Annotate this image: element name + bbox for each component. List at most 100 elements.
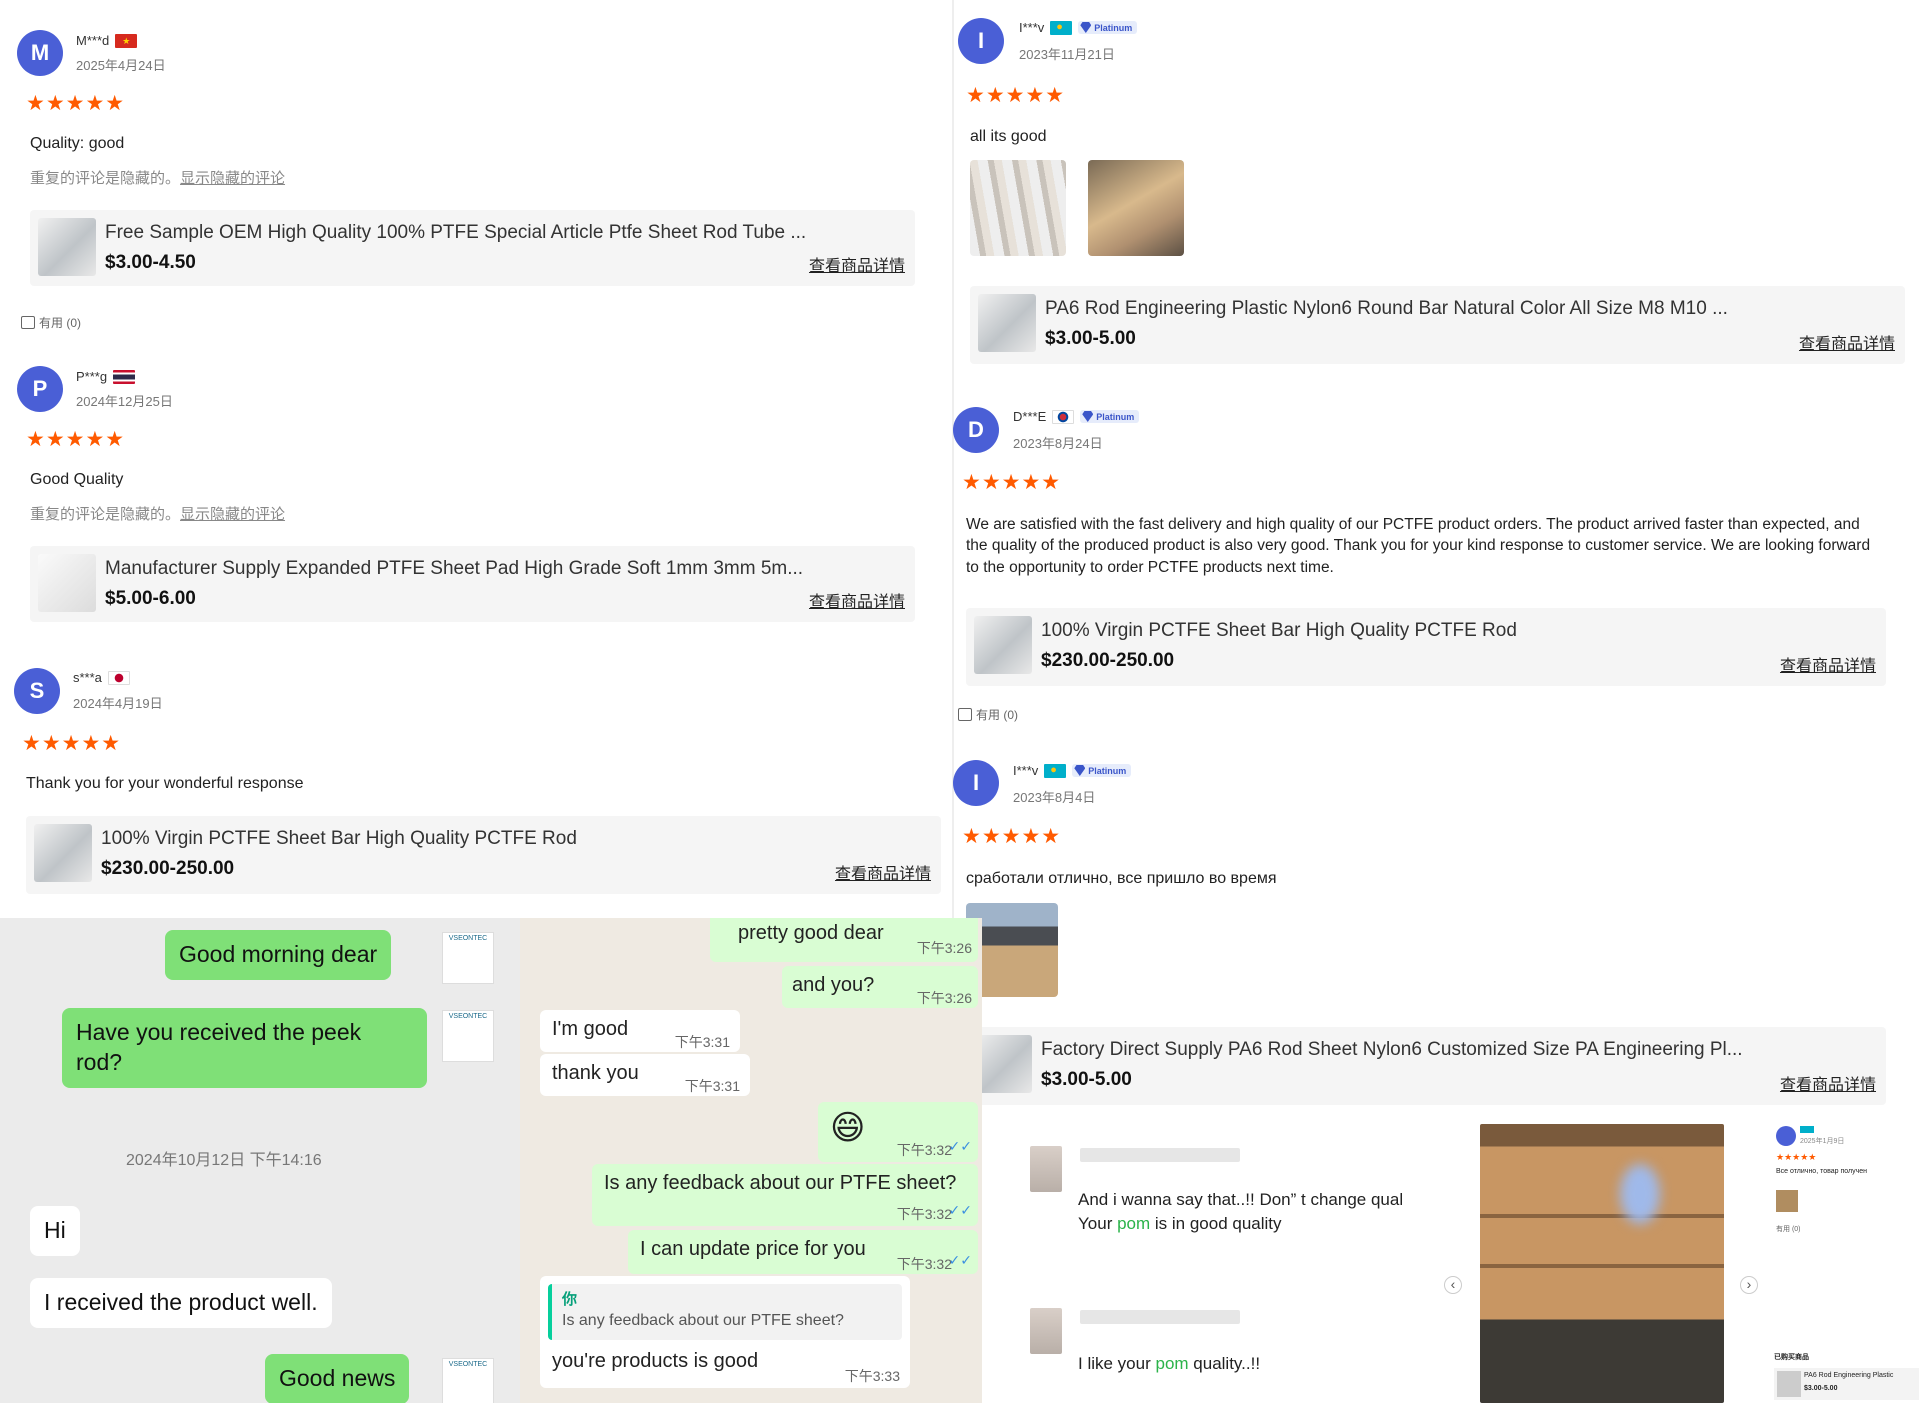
view-product-details-link[interactable]: 查看商品详情 [1780, 652, 1876, 676]
grinning-emoji-icon: 😄 [830, 1109, 866, 1147]
comments-panel: And i wanna say that..!! Don” t change q… [982, 1120, 1438, 1403]
diamond-icon [1082, 411, 1094, 422]
view-product-details-link[interactable]: 查看商品详情 [809, 252, 905, 276]
comment-text: Your pom is in good quality [1078, 1214, 1282, 1234]
username-text: I***v [1013, 763, 1039, 778]
product-title: 100% Virgin PCTFE Sheet Bar High Quality… [1041, 620, 1517, 641]
chat-date-divider: 2024年10月12日 下午14:16 [126, 1152, 322, 1169]
message-time: 下午3:31 [674, 1034, 730, 1050]
chat-message-outgoing: and you? 下午3:26 [782, 966, 978, 1008]
carousel-next-button[interactable]: › [1740, 1276, 1758, 1294]
crate-slat [1480, 1264, 1724, 1268]
message-time: 下午3:33 [844, 1368, 900, 1384]
carousel-photo[interactable] [1480, 1124, 1724, 1403]
product-card[interactable]: 100% Virgin PCTFE Sheet Bar High Quality… [966, 608, 1886, 686]
avatar: D [953, 407, 999, 453]
company-logo-avatar: VSEONTEC [442, 1010, 494, 1062]
username-text: M***d [76, 33, 110, 48]
thumbs-up-icon [958, 708, 972, 721]
product-thumbnail [978, 294, 1036, 352]
avatar: I [953, 760, 999, 806]
read-receipt-icon: ✓✓ [948, 1252, 972, 1268]
product-card[interactable]: PA6 Rod Engineering Plastic Nylon6 Round… [970, 286, 1905, 364]
review-photo[interactable] [1776, 1190, 1798, 1212]
review-text: Thank you for your wonderful response [26, 775, 304, 792]
review-photo[interactable] [970, 160, 1066, 256]
product-price: $5.00-6.00 [105, 588, 196, 609]
product-title: Factory Direct Supply PA6 Rod Sheet Nylo… [1041, 1039, 1743, 1060]
review-photo[interactable] [1088, 160, 1184, 256]
review-text: all its good [970, 128, 1047, 145]
message-time: 下午3:26 [916, 940, 972, 956]
quoted-message[interactable]: 你 Is any feedback about our PTFE sheet? [548, 1284, 902, 1340]
show-hidden-reviews-link[interactable]: 显示隐藏的评论 [180, 170, 285, 187]
star-rating: ★★★★★ [962, 471, 1062, 494]
collage-root: M M***d ★ 2025年4月24日 ★★★★★ Quality: good… [0, 0, 1919, 1403]
star-rating: ★★★★★ [22, 732, 122, 755]
badge-label: Platinum [1094, 22, 1133, 33]
highlighted-keyword: pom [1155, 1354, 1189, 1373]
product-title: 100% Virgin PCTFE Sheet Bar High Quality… [101, 828, 577, 849]
helpful-button[interactable]: 有用 (0) [21, 314, 81, 331]
product-price: $3.00-5.00 [1041, 1069, 1132, 1090]
review-text: Quality: good [30, 135, 125, 152]
product-title: Manufacturer Supply Expanded PTFE Sheet … [105, 558, 804, 579]
photo-carousel: ‹ › [1438, 1120, 1768, 1403]
review-username: I***v ● Platinum [1019, 20, 1138, 35]
view-product-details-link[interactable]: 查看商品详情 [1799, 330, 1895, 354]
username-text: s***a [73, 670, 102, 685]
company-logo-avatar: VSEONTEC [442, 932, 494, 984]
review-text: сработали отлично, все пришло во время [966, 870, 1277, 887]
message-text: you're products is good [552, 1350, 759, 1372]
product-price: $3.00-5.00 [1045, 328, 1136, 349]
review-username: D***E Platinum [1013, 409, 1140, 424]
helpful-button[interactable]: 有用 (0) [958, 706, 1018, 723]
quote-author: 你 [562, 1291, 578, 1308]
read-receipt-icon: ✓✓ [948, 1138, 972, 1154]
flag-kazakhstan-icon [1800, 1126, 1814, 1133]
helpful-count: 有用 (0) [976, 708, 1019, 722]
carousel-prev-button[interactable]: ‹ [1444, 1276, 1462, 1294]
view-product-details-link[interactable]: 查看商品详情 [1780, 1071, 1876, 1095]
helpful-count[interactable]: 有用 (0) [1776, 1224, 1801, 1234]
chat-message-incoming: thank you 下午3:31 [540, 1054, 750, 1096]
flag-thailand-icon [113, 369, 136, 384]
chat-message-outgoing: 😄 下午3:32 ✓✓ [818, 1102, 978, 1162]
chat-message-outgoing: I can update price for you 下午3:32 ✓✓ [628, 1230, 978, 1274]
message-time: 下午3:26 [916, 990, 972, 1006]
product-price: $230.00-250.00 [101, 858, 235, 879]
quote-text: Is any feedback about our PTFE sheet? [562, 1312, 844, 1329]
star-rating: ★★★★★ [26, 92, 126, 115]
message-text: thank you [552, 1062, 639, 1084]
badge-label: Platinum [1088, 765, 1127, 776]
comment-text: I like your pom quality..!! [1078, 1354, 1260, 1374]
diamond-icon [1080, 22, 1092, 33]
product-card[interactable]: PA6 Rod Engineering Plastic $3.00-5.00 [1774, 1368, 1919, 1400]
product-card[interactable]: Free Sample OEM High Quality 100% PTFE S… [30, 210, 915, 286]
star-rating: ★★★★★ [1776, 1152, 1817, 1162]
product-title: PA6 Rod Engineering Plastic Nylon6 Round… [1045, 298, 1728, 319]
view-product-details-link[interactable]: 查看商品详情 [809, 588, 905, 612]
flag-kazakhstan-icon: ● [1050, 20, 1073, 35]
avatar: P [17, 366, 63, 412]
product-thumbnail [1777, 1371, 1801, 1397]
review-text: Все отлично, товар получен [1776, 1168, 1867, 1175]
flag-vietnam-icon: ★ [115, 33, 138, 48]
comment-text: And i wanna say that..!! Don” t change q… [1078, 1190, 1404, 1209]
review-date: 2025年4月24日 [76, 58, 166, 73]
review-date: 2023年11月21日 [1019, 47, 1115, 62]
message-time: 下午3:32 [896, 1256, 952, 1272]
chat-message-incoming: Hi [30, 1206, 80, 1256]
product-card[interactable]: Manufacturer Supply Expanded PTFE Sheet … [30, 546, 915, 622]
avatar: I [958, 18, 1004, 64]
product-card[interactable]: Factory Direct Supply PA6 Rod Sheet Nylo… [966, 1027, 1886, 1105]
product-card[interactable]: 100% Virgin PCTFE Sheet Bar High Quality… [26, 816, 941, 894]
product-thumbnail [974, 1035, 1032, 1093]
review-username: I***v ● Platinum [1013, 763, 1132, 778]
chat-message-incoming: I'm good 下午3:31 [540, 1010, 740, 1052]
review-text: We are satisfied with the fast delivery … [966, 516, 1871, 576]
view-product-details-link[interactable]: 查看商品详情 [835, 860, 931, 884]
badge-label: Platinum [1096, 411, 1135, 422]
show-hidden-reviews-link[interactable]: 显示隐藏的评论 [180, 506, 285, 523]
message-text: Is any feedback about our PTFE sheet? [604, 1172, 957, 1194]
